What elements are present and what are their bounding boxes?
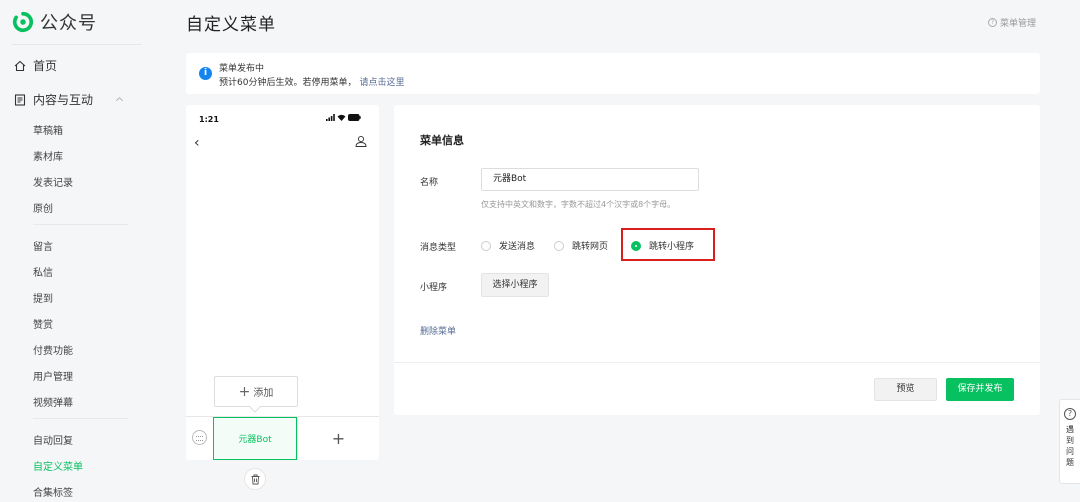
sidebar-item-home[interactable]: 首页 <box>14 57 57 74</box>
name-hint: 仅支持中英文和数字，字数不超过4个汉字或8个字母。 <box>481 200 676 209</box>
sidebar-item-messages[interactable]: 私信 <box>33 264 53 279</box>
status-time: 1:21 <box>199 115 219 124</box>
sidebar-item-comments[interactable]: 留言 <box>33 238 53 253</box>
page-title: 自定义菜单 <box>186 15 276 35</box>
sidebar-section-label: 内容与互动 <box>33 93 94 107</box>
sidebar: 公众号 首页 内容与互动 草稿箱 素材库 发表记录 原创 留言 私信 提到 赞赏… <box>0 0 145 502</box>
sidebar-item-mentions[interactable]: 提到 <box>33 290 53 305</box>
help-widget[interactable]: ? 遇 到 问 题 <box>1059 399 1080 484</box>
sidebar-item-drafts[interactable]: 草稿箱 <box>33 122 63 137</box>
radio-jump-webpage[interactable]: 跳转网页 <box>554 239 608 252</box>
help-circle-icon: ? <box>987 18 997 27</box>
sidebar-divider <box>33 418 128 419</box>
home-icon <box>14 60 26 71</box>
menu-info-heading: 菜单信息 <box>420 134 464 147</box>
brand-name: 公众号 <box>40 13 97 34</box>
notice-link[interactable]: 请点击这里 <box>359 78 404 88</box>
notice-text-line: 预计60分钟后生效。若停用菜单， 请点击这里 <box>219 75 404 88</box>
choose-mini-program-button[interactable]: 选择小程序 <box>481 273 549 297</box>
sidebar-item-original[interactable]: 原创 <box>33 200 53 215</box>
save-and-publish-button[interactable]: 保存并发布 <box>946 378 1014 401</box>
notice-title: 菜单发布中 <box>219 64 265 74</box>
brand-logo[interactable]: 公众号 <box>12 9 97 35</box>
wechat-official-logo-icon <box>12 11 34 33</box>
add-menu-button[interactable]: + <box>297 417 379 460</box>
preview-button[interactable]: 预览 <box>874 378 937 401</box>
sidebar-divider <box>33 224 128 225</box>
notice-text: 预计60分钟后生效。若停用菜单， <box>219 78 357 88</box>
radio-circle <box>554 240 564 251</box>
sidebar-item-collection-tags[interactable]: 合集标签 <box>33 484 73 499</box>
message-type-label: 消息类型 <box>420 243 457 253</box>
signal-icon <box>326 114 335 121</box>
sidebar-item-video-danmaku[interactable]: 视频弹幕 <box>33 394 73 409</box>
mini-program-label: 小程序 <box>420 283 448 293</box>
sidebar-item-custom-menu[interactable]: 自定义菜单 <box>33 458 83 473</box>
radio-label: 发送消息 <box>499 242 536 252</box>
menu-tab-yuanqi-bot[interactable]: 元器Bot <box>213 417 297 460</box>
keyboard-icon <box>192 430 207 445</box>
question-icon: ? <box>1064 408 1076 420</box>
menu-manage-link[interactable]: ? 菜单管理 <box>987 16 1036 29</box>
document-icon <box>14 93 26 106</box>
back-arrow-icon[interactable]: ‹ <box>194 135 200 151</box>
sidebar-item-paid-features[interactable]: 付费功能 <box>33 342 73 357</box>
sidebar-item-publish-records[interactable]: 发表记录 <box>33 174 73 189</box>
help-char: 题 <box>1066 458 1074 467</box>
radio-label: 跳转网页 <box>572 242 609 252</box>
sidebar-item-rewards[interactable]: 赞赏 <box>33 316 53 331</box>
phone-menu-bar: 元器Bot + <box>186 416 379 460</box>
delete-menu-trash-button[interactable] <box>244 468 266 490</box>
publish-notice: i 菜单发布中 预计60分钟后生效。若停用菜单， 请点击这里 <box>186 53 1040 94</box>
highlight-box <box>621 228 715 261</box>
help-char: 遇 <box>1066 425 1074 434</box>
sidebar-item-label: 首页 <box>33 59 58 73</box>
sidebar-item-auto-reply[interactable]: 自动回复 <box>33 432 73 447</box>
delete-menu-link[interactable]: 删除菜单 <box>420 324 456 337</box>
status-icons <box>326 114 361 121</box>
wifi-icon <box>337 114 346 121</box>
menu-editor-panel: 菜单信息 名称 元器Bot 仅支持中英文和数字，字数不超过4个汉字或8个字母。 … <box>394 105 1040 415</box>
menu-name-input[interactable]: 元器Bot <box>481 168 699 191</box>
name-label: 名称 <box>420 178 439 188</box>
user-profile-icon[interactable] <box>355 135 367 147</box>
sidebar-divider <box>12 44 142 45</box>
sidebar-item-user-management[interactable]: 用户管理 <box>33 368 73 383</box>
phone-preview: 1:21 ‹ + 添加 元器Bot + <box>186 105 379 460</box>
trash-icon <box>251 474 259 484</box>
help-char: 到 <box>1066 436 1074 445</box>
menu-manage-label: 菜单管理 <box>999 19 1036 29</box>
sidebar-section-content[interactable]: 内容与互动 <box>14 91 131 108</box>
help-char: 问 <box>1066 447 1074 456</box>
radio-circle <box>481 240 491 251</box>
sidebar-item-materials[interactable]: 素材库 <box>33 148 63 163</box>
battery-icon <box>348 114 361 121</box>
panel-divider <box>394 362 1040 363</box>
add-submenu-label: 添加 <box>253 388 274 399</box>
info-icon: i <box>199 67 212 80</box>
plus-icon: + <box>238 383 251 400</box>
chevron-up-icon[interactable] <box>115 95 124 104</box>
radio-send-message[interactable]: 发送消息 <box>481 239 535 252</box>
